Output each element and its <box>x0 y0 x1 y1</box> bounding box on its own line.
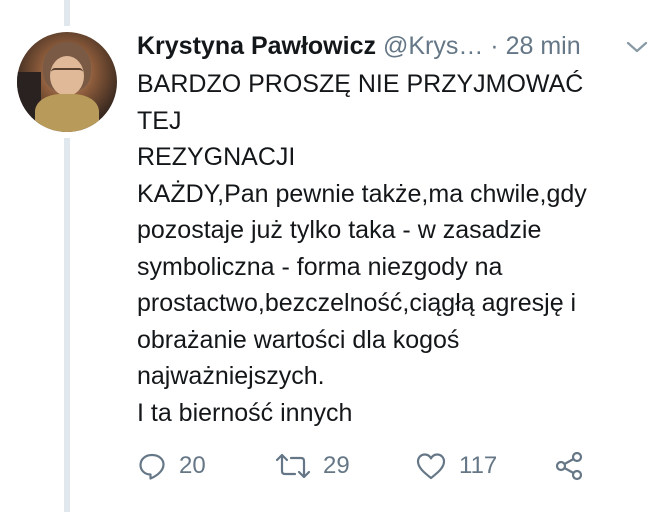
tweet-text-line: najważniejszych. <box>137 362 325 390</box>
tweet-text-line: symboliczna - forma niezgody na <box>137 252 503 281</box>
speech-bubble-icon <box>137 451 167 481</box>
reply-count: 20 <box>179 452 206 479</box>
tweet-text-line: TEJ <box>137 106 182 135</box>
like-count: 117 <box>459 452 498 479</box>
tweet-text-line: BARDZO PROSZĘ NIE PRZYJMOWAĆ <box>137 70 584 98</box>
tweet-actions: 20 29 117 <box>137 448 657 484</box>
retweet-arrows-icon <box>275 451 311 481</box>
thread-line-top <box>64 0 70 26</box>
retweet-button[interactable]: 29 <box>275 448 350 484</box>
retweet-count: 29 <box>323 452 350 479</box>
tweet-text-line: REZYGNACJI <box>137 143 296 171</box>
author-name[interactable]: Krystyna Pawłowicz <box>137 32 376 60</box>
tweet-text-line: I ta bierność innych <box>137 398 353 427</box>
share-nodes-icon <box>553 450 585 482</box>
tweet-timestamp[interactable]: 28 min <box>506 32 581 60</box>
reply-button[interactable]: 20 <box>137 448 206 484</box>
tweet-text-line: KAŻDY,Pan pewnie także,ma chwile,gdy <box>137 179 587 208</box>
author-handle[interactable]: @Krys… <box>383 32 483 60</box>
tweet-text-line: obrażanie wartości dla kogoś <box>137 325 460 354</box>
share-button[interactable] <box>553 448 585 484</box>
tweet-header: Krystyna Pawłowicz @Krys… · 28 min <box>137 30 657 62</box>
tweet-text-line: pozostaje już tylko taka - w zasadzie <box>137 216 542 244</box>
tweet-text-line: prostactwo,bezczelność,ciągłą agresję i <box>137 289 577 317</box>
like-button[interactable]: 117 <box>415 448 497 484</box>
thread-line-bottom <box>64 138 70 512</box>
tweet-text: BARDZO PROSZĘ NIE PRZYJMOWAĆ TEJ REZYGNA… <box>137 66 657 431</box>
separator-dot: · <box>490 32 499 60</box>
heart-icon <box>415 451 447 481</box>
chevron-down-icon[interactable] <box>626 40 648 54</box>
avatar[interactable] <box>17 32 117 132</box>
